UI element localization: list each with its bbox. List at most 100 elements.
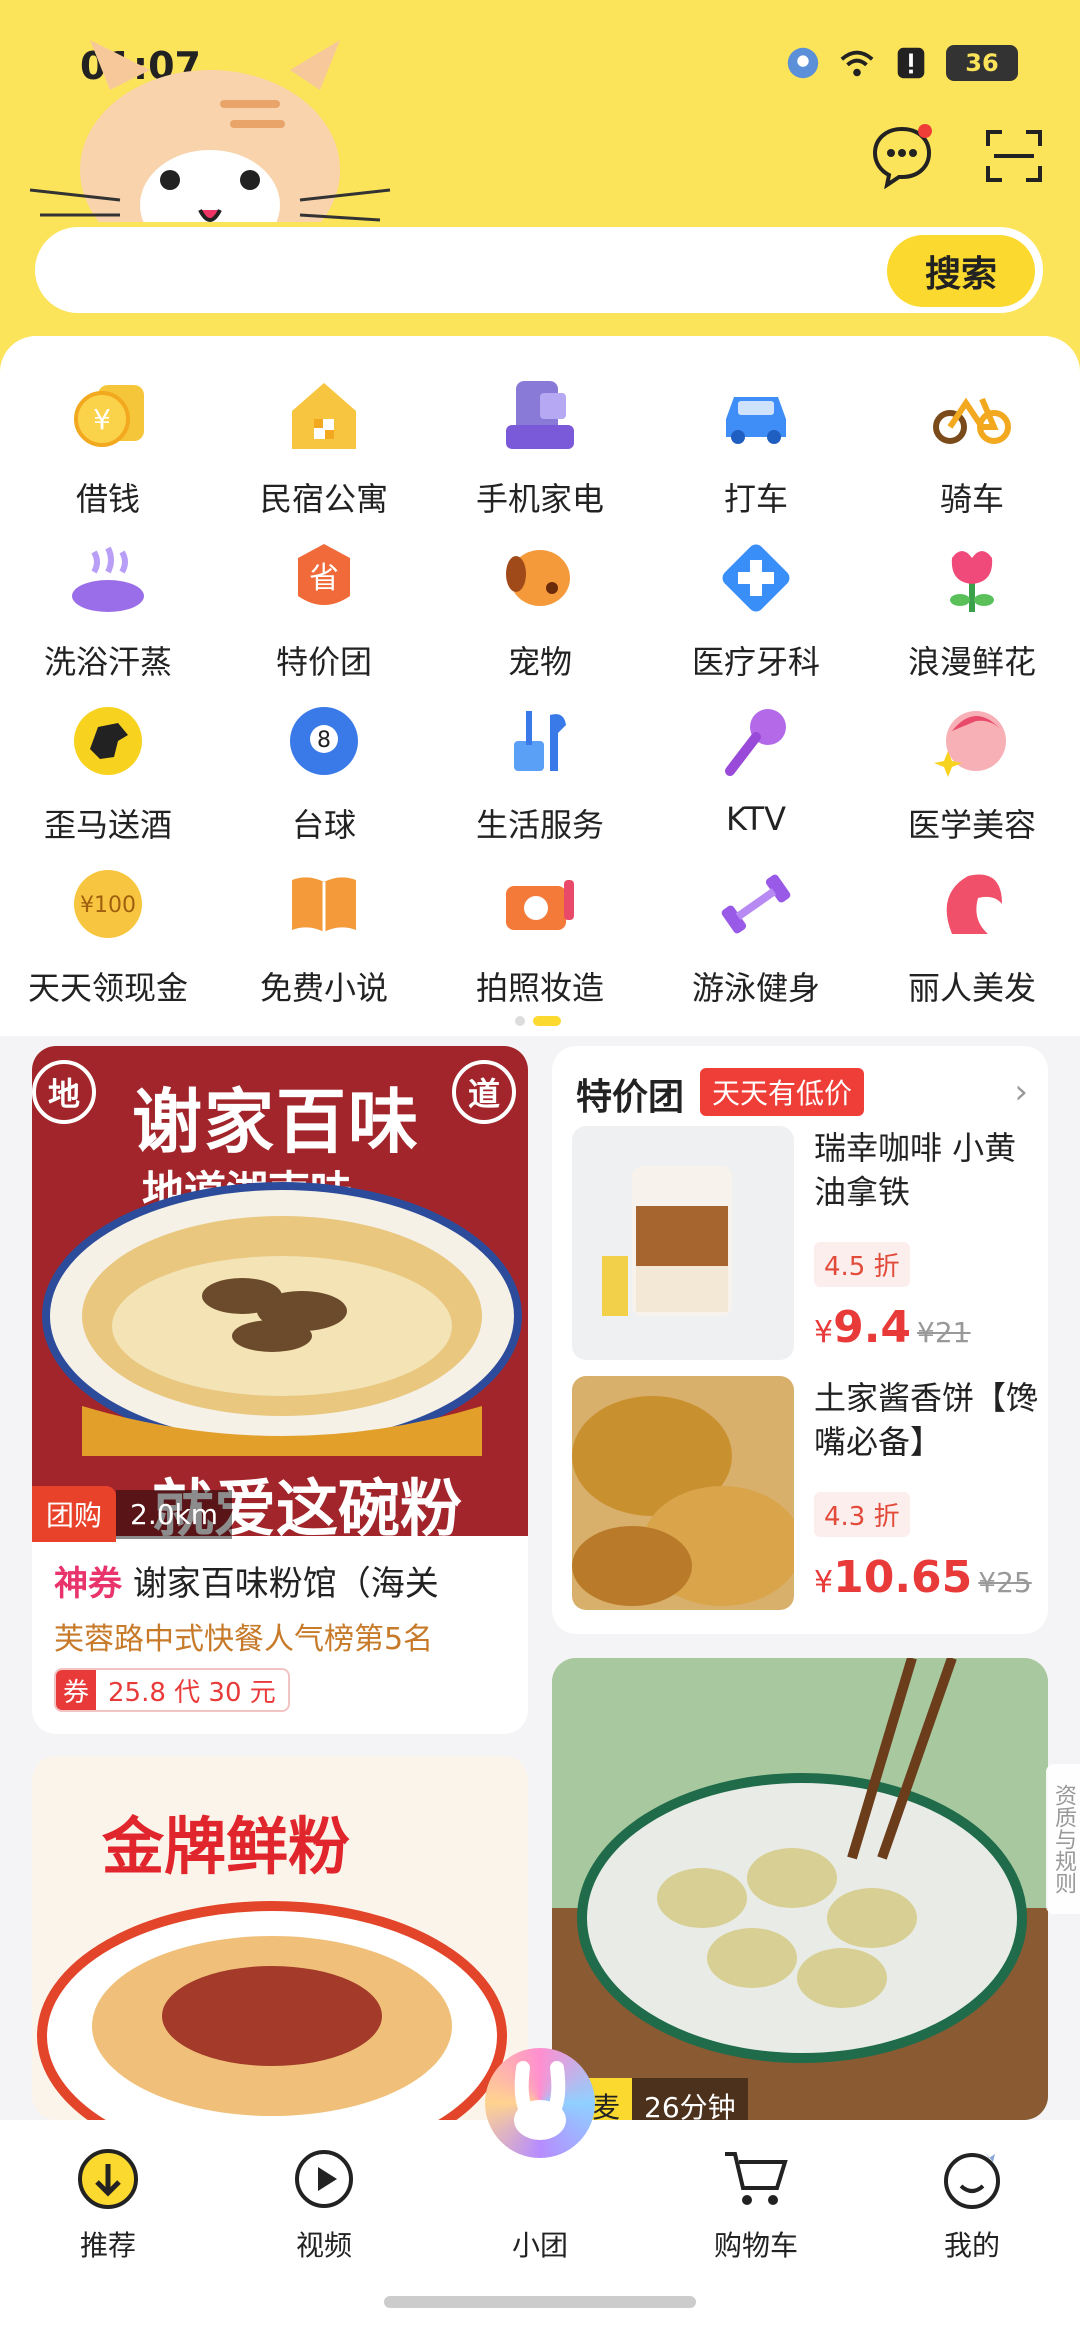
deal-item-image[interactable] [572, 1376, 794, 1610]
recommend-icon [78, 2149, 138, 2209]
category-item[interactable]: 8 台球 [216, 692, 432, 855]
category-label: 打车 [723, 480, 788, 518]
nav-cart[interactable]: 购物车 [686, 2146, 826, 2264]
coffee-image [602, 1166, 732, 1316]
microphone-icon [711, 696, 801, 786]
alert-icon [897, 47, 925, 79]
deal-price-value: 10.65 [833, 1552, 973, 1603]
category-item[interactable]: 骑车 [864, 366, 1080, 529]
bath-icon [63, 533, 153, 623]
category-item[interactable]: 省特价团 [216, 529, 432, 692]
svg-text:¥: ¥ [93, 403, 111, 436]
category-item[interactable]: 手机家电 [432, 366, 648, 529]
category-item[interactable]: ¥ 借钱 [0, 366, 216, 529]
nav-xiaotuan[interactable]: 小团 [470, 2146, 610, 2264]
deal-price-value: 9.4 [833, 1302, 912, 1353]
scan-icon [986, 130, 1042, 182]
category-item[interactable]: 免费小说 [216, 855, 432, 1018]
category-label: 免费小说 [259, 969, 388, 1007]
category-label: 歪马送酒 [43, 806, 172, 844]
status-bar: 36 [784, 44, 1018, 82]
category-label: 民宿公寓 [259, 480, 388, 518]
chevron-right-icon[interactable]: › [1014, 1072, 1028, 1112]
category-label: 手机家电 [475, 480, 604, 518]
poster-badge-right: 道 [452, 1060, 516, 1124]
category-item[interactable]: 丽人美发 [864, 855, 1080, 1018]
shop-poster: 地 道 谢家百味 地道湖南味 就爱这碗粉 [32, 1046, 528, 1545]
nav-label: 购物车 [713, 2229, 798, 2262]
location-icon [787, 47, 819, 79]
category-label: 医疗牙科 [691, 643, 820, 681]
deal-item-name: 土家酱香饼【馋嘴必备】 [814, 1379, 1039, 1461]
camera-icon [495, 859, 585, 949]
home-indicator[interactable] [384, 2296, 696, 2308]
category-item[interactable]: 浪漫鲜花 [864, 529, 1080, 692]
deal-item-image[interactable] [572, 1126, 794, 1360]
medical-icon [711, 533, 801, 623]
category-label: 天天领现金 [27, 969, 188, 1007]
category-item[interactable]: 打车 [648, 366, 864, 529]
category-item[interactable]: 宠物 [432, 529, 648, 692]
svg-text:8: 8 [317, 728, 331, 753]
category-item[interactable]: 歪马送酒 [0, 692, 216, 855]
category-item[interactable]: ¥100 天天领现金 [0, 855, 216, 1018]
search-button[interactable]: 搜索 [887, 235, 1035, 307]
rules-side-tab[interactable]: 资质与规则 [1046, 1764, 1080, 1914]
deal-original-price: ¥21 [917, 1316, 971, 1349]
category-item[interactable]: 医学美容 [864, 692, 1080, 855]
sale-icon: 省 [279, 533, 369, 623]
cash-icon: ¥100 [63, 859, 153, 949]
nav-recommend[interactable]: 推荐 [38, 2146, 178, 2264]
scan-button[interactable] [978, 120, 1050, 192]
nav-label: 推荐 [79, 2229, 136, 2262]
deal-price: ¥9.4 ¥21 [814, 1302, 971, 1353]
mascot-icon[interactable] [485, 2048, 595, 2158]
shop-poster: 金牌鲜粉 [32, 1756, 528, 2120]
shop-card-jinpai[interactable]: 金牌鲜粉 [32, 1756, 528, 2120]
dumbbell-icon [711, 859, 801, 949]
poster-title: 金牌鲜粉 [102, 1810, 351, 1883]
page-dot-active [533, 1016, 561, 1026]
top-actions [866, 120, 1050, 192]
beauty-icon [927, 696, 1017, 786]
shop-rank: 芙蓉路中式快餐人气榜第5名 [54, 1622, 434, 1657]
nav-video[interactable]: 视频 [254, 2146, 394, 2264]
house-icon [279, 370, 369, 460]
message-button[interactable] [866, 120, 938, 192]
nav-profile[interactable]: 我的 [902, 2146, 1042, 2264]
battery-indicator: 36 [946, 45, 1018, 81]
wifi-icon [840, 50, 874, 77]
category-item[interactable]: 洗浴汗蒸 [0, 529, 216, 692]
svg-text:¥100: ¥100 [80, 893, 136, 918]
deal-original-price: ¥25 [978, 1566, 1032, 1599]
page-dot [515, 1016, 525, 1026]
deals-badge: 天天有低价 [700, 1068, 865, 1116]
car-icon [711, 370, 801, 460]
category-item[interactable]: 民宿公寓 [216, 366, 432, 529]
category-label: 特价团 [275, 643, 372, 681]
cart-icon [725, 2152, 788, 2205]
category-label: 医学美容 [907, 806, 1036, 844]
noodle-bowl-image [37, 1901, 507, 2120]
svg-text:省: 省 [309, 561, 339, 596]
coupon-prefix: 神券 [54, 1564, 122, 1604]
pancake-image [572, 1396, 794, 1606]
shop-card-dumpling[interactable]: 小麦 26分钟 [552, 1658, 1048, 2120]
nav-label: 小团 [511, 2229, 568, 2262]
dumpling-bowl-image [552, 1658, 1048, 2120]
deal-discount: 4.3 折 [814, 1492, 910, 1537]
shop-tag-row: 团购 2.0km [32, 1486, 233, 1542]
category-label: 借钱 [75, 480, 140, 518]
category-item[interactable]: 医疗牙科 [648, 529, 864, 692]
noodle-bowl-image [42, 1182, 522, 1456]
category-item[interactable]: 游泳健身 [648, 855, 864, 1018]
search-input[interactable]: 搜索 [30, 222, 1048, 318]
horse-icon [63, 696, 153, 786]
bike-icon [927, 370, 1017, 460]
shop-card-xiejia[interactable]: 地 道 谢家百味 地道湖南味 就爱这碗粉 团购 2.0km 神券 谢家百味粉馆（… [32, 1046, 528, 1734]
category-label: 洗浴汗蒸 [43, 643, 172, 681]
category-item[interactable]: 生活服务 [432, 692, 648, 855]
category-item[interactable]: KTV [648, 692, 864, 855]
deals-card[interactable]: 特价团 天天有低价 › 瑞幸咖啡 小黄油拿铁 4.5 折 ¥9.4 ¥21 土家酱… [552, 1046, 1048, 1634]
category-item[interactable]: 拍照妆造 [432, 855, 648, 1018]
